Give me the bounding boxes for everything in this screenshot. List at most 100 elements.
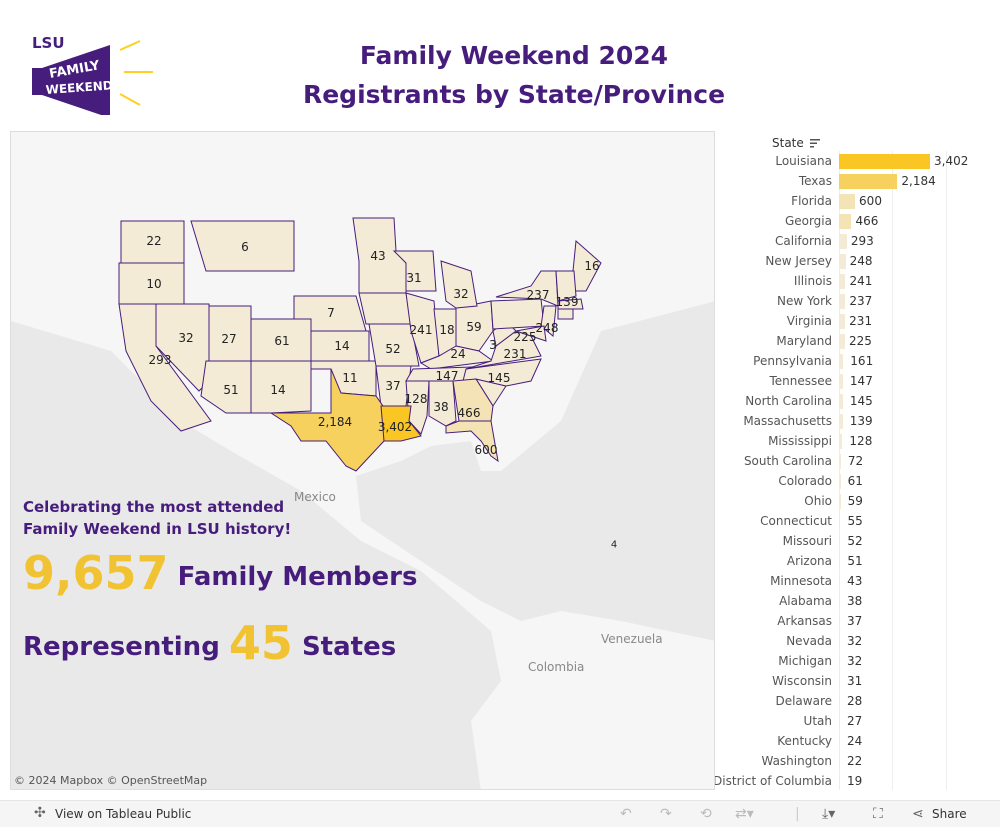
revert-icon[interactable]: ⟲ — [700, 806, 712, 822]
bar-row[interactable]: Washington 22 — [715, 751, 1000, 771]
bar-row[interactable]: South Carolina 72 — [715, 451, 1000, 471]
bar-category-label: Nevada — [786, 634, 832, 648]
bar-value-label: 231 — [849, 314, 873, 328]
map-label: 14 — [334, 339, 350, 353]
bar[interactable] — [839, 314, 846, 329]
bar[interactable] — [839, 774, 840, 789]
bar-row[interactable]: Ohio 59 — [715, 491, 1000, 511]
map-label: 22 — [146, 234, 162, 248]
map-label: 466 — [457, 406, 481, 420]
members-label: Family Members — [177, 562, 418, 592]
bar-row[interactable]: Texas 2,184 — [715, 171, 1000, 191]
bar-row[interactable]: Tennessee 147 — [715, 371, 1000, 391]
map-label: 16 — [584, 259, 600, 273]
map-label: 293 — [148, 353, 172, 367]
refresh-icon[interactable]: ⇄▾ — [735, 806, 754, 822]
bar-row[interactable]: Colorado 61 — [715, 471, 1000, 491]
bar[interactable] — [839, 654, 840, 669]
map-canvas — [11, 132, 714, 789]
bar-value-label: 55 — [847, 514, 863, 528]
bar[interactable] — [839, 734, 840, 749]
bar[interactable] — [839, 474, 841, 489]
bar[interactable] — [839, 394, 843, 409]
bar-value-label: 248 — [849, 254, 873, 268]
map-attribution[interactable]: © 2024 Mapbox © OpenStreetMap — [14, 774, 207, 787]
bar[interactable] — [839, 154, 930, 169]
bar-row[interactable]: New Jersey 248 — [715, 251, 1000, 271]
bar-row[interactable]: Utah 27 — [715, 711, 1000, 731]
bar-row[interactable]: Arkansas 37 — [715, 611, 1000, 631]
bar-row[interactable]: Delaware 28 — [715, 691, 1000, 711]
bar-value-label: 241 — [849, 274, 873, 288]
bar[interactable] — [839, 614, 840, 629]
bar-value-label: 19 — [847, 774, 863, 788]
bar-row[interactable]: Alabama 38 — [715, 591, 1000, 611]
bar-category-label: Maryland — [776, 334, 832, 348]
bar-row[interactable]: Arizona 51 — [715, 551, 1000, 571]
bar-row[interactable]: District of Columbia 19 — [715, 771, 1000, 790]
bar[interactable] — [839, 454, 841, 469]
bar[interactable] — [839, 234, 847, 249]
bar-row[interactable]: Michigan 32 — [715, 651, 1000, 671]
bar-row[interactable]: Wisconsin 31 — [715, 671, 1000, 691]
bar-row[interactable]: California 293 — [715, 231, 1000, 251]
bar[interactable] — [839, 414, 843, 429]
bar[interactable] — [839, 514, 841, 529]
bar[interactable] — [839, 594, 841, 609]
bar-row[interactable]: Louisiana 3,402 — [715, 151, 1000, 171]
bar[interactable] — [839, 274, 846, 289]
bar-row[interactable]: Missouri 52 — [715, 531, 1000, 551]
bar[interactable] — [839, 214, 852, 229]
bar[interactable] — [839, 174, 898, 189]
bar-row[interactable]: New York 237 — [715, 291, 1000, 311]
bar-row[interactable]: Massachusetts 139 — [715, 411, 1000, 431]
bar[interactable] — [839, 754, 840, 769]
state-column-header[interactable]: State — [772, 136, 820, 151]
bar[interactable] — [839, 254, 846, 269]
bar-row[interactable]: Maryland 225 — [715, 331, 1000, 351]
states-count: 45 — [228, 616, 293, 670]
bar-category-label: Massachusetts — [743, 414, 832, 428]
lsu-family-weekend-logo: LSU FAMILY WEEKEND — [20, 30, 160, 118]
bar[interactable] — [839, 534, 841, 549]
bar[interactable] — [839, 574, 841, 589]
bar-row[interactable]: Georgia 466 — [715, 211, 1000, 231]
view-on-tableau-public-link[interactable]: View on Tableau Public — [55, 807, 191, 821]
bar-category-label: North Carolina — [745, 394, 832, 408]
bar[interactable] — [839, 714, 840, 729]
bar-row[interactable]: Pennsylvania 161 — [715, 351, 1000, 371]
bar-row[interactable]: Kentucky 24 — [715, 731, 1000, 751]
bar[interactable] — [839, 634, 840, 649]
bar[interactable] — [839, 194, 856, 209]
bar-row[interactable]: Florida 600 — [715, 191, 1000, 211]
bar[interactable] — [839, 374, 843, 389]
bar[interactable] — [839, 674, 840, 689]
bar[interactable] — [839, 494, 841, 509]
redo-icon[interactable]: ↷ — [660, 806, 672, 822]
bar[interactable] — [839, 434, 843, 449]
bar-value-label: 128 — [849, 434, 873, 448]
bar-row[interactable]: Connecticut 55 — [715, 511, 1000, 531]
bar[interactable] — [839, 334, 846, 349]
undo-icon[interactable]: ↶ — [620, 806, 632, 822]
map-label: 248 — [535, 321, 559, 335]
map-label: 32 — [453, 287, 469, 301]
fullscreen-icon[interactable]: ⛶ — [873, 806, 883, 822]
bar-row[interactable]: Mississippi 128 — [715, 431, 1000, 451]
share-button[interactable]: Share — [932, 807, 967, 821]
bar-row[interactable]: Minnesota 43 — [715, 571, 1000, 591]
bar[interactable] — [839, 694, 840, 709]
bar-row[interactable]: Illinois 241 — [715, 271, 1000, 291]
bar-row[interactable]: Virginia 231 — [715, 311, 1000, 331]
bar-row[interactable]: Nevada 32 — [715, 631, 1000, 651]
download-icon[interactable]: ⤓▾ — [822, 806, 835, 822]
bar-row[interactable]: North Carolina 145 — [715, 391, 1000, 411]
map-label: 11 — [342, 371, 358, 385]
sort-icon[interactable] — [809, 137, 820, 151]
bar-category-label: Alabama — [779, 594, 832, 608]
bar[interactable] — [839, 554, 841, 569]
bar[interactable] — [839, 354, 844, 369]
share-icon[interactable]: ⋖ — [912, 806, 924, 822]
state-map[interactable]: Mexico Venezuela Colombia 22 10 6 43 31 … — [10, 131, 715, 790]
bar[interactable] — [839, 294, 846, 309]
